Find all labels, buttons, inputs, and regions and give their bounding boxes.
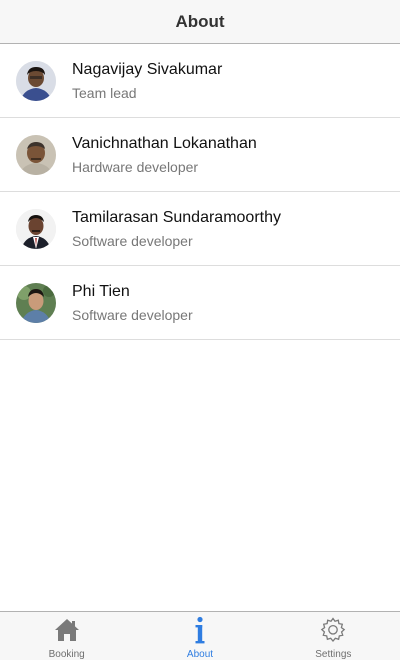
- team-list: Nagavijay Sivakumar Team lead Vanichnath…: [0, 44, 400, 340]
- member-name: Phi Tien: [72, 283, 130, 300]
- page-title: About: [175, 11, 225, 31]
- member-name: Tamilarasan Sundaramoorthy: [72, 209, 281, 226]
- team-member-text: Nagavijay Sivakumar Team lead: [72, 60, 390, 102]
- team-member-text: Tamilarasan Sundaramoorthy Software deve…: [72, 208, 390, 250]
- member-role: Software developer: [72, 307, 193, 323]
- tab-bar: Booking About Settings: [0, 611, 400, 660]
- member-role: Software developer: [72, 233, 193, 249]
- member-role: Hardware developer: [72, 159, 199, 175]
- member-name: Vanichnathan Lokanathan: [72, 135, 257, 152]
- team-member-row[interactable]: Vanichnathan Lokanathan Hardware develop…: [0, 118, 400, 192]
- navigation-bar: About: [0, 0, 400, 44]
- tab-label: Booking: [48, 649, 85, 660]
- tab-about[interactable]: About: [133, 612, 266, 660]
- member-name: Nagavijay Sivakumar: [72, 61, 223, 78]
- team-member-row[interactable]: Tamilarasan Sundaramoorthy Software deve…: [0, 192, 400, 266]
- tab-booking[interactable]: Booking: [0, 612, 133, 660]
- tab-label: Settings: [315, 649, 352, 660]
- tab-label: About: [186, 649, 214, 660]
- about-screen: About Nagavijay Sivakumar Team lead Vani…: [0, 0, 400, 660]
- member-role: Team lead: [72, 85, 137, 101]
- team-member-row[interactable]: Nagavijay Sivakumar Team lead: [0, 44, 400, 118]
- avatar-photo: [16, 283, 56, 323]
- gear-icon: [319, 616, 347, 644]
- home-icon: [53, 616, 81, 644]
- avatar-photo: [16, 209, 56, 249]
- tab-settings[interactable]: Settings: [267, 612, 400, 660]
- team-member-text: Vanichnathan Lokanathan Hardware develop…: [72, 134, 390, 176]
- info-icon: [186, 616, 214, 644]
- avatar-photo: [16, 61, 56, 101]
- team-member-text: Phi Tien Software developer: [72, 282, 390, 324]
- avatar-photo: [16, 135, 56, 175]
- team-member-row[interactable]: Phi Tien Software developer: [0, 266, 400, 340]
